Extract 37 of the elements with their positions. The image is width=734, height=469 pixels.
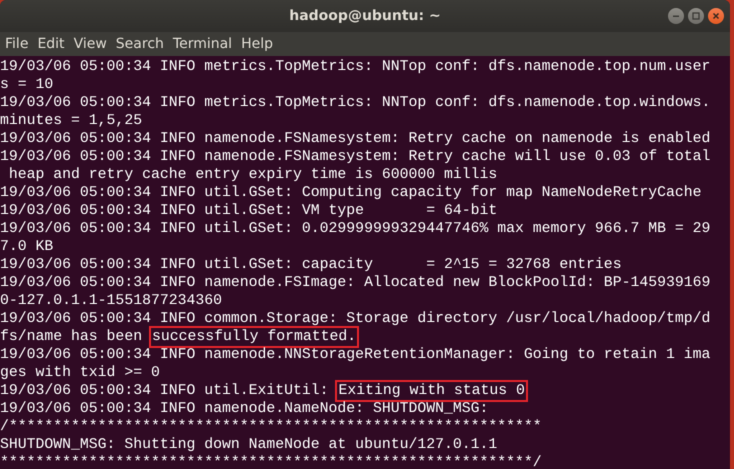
menu-item[interactable]: View xyxy=(70,36,113,52)
terminal-line: 19/03/06 05:00:34 INFO util.ExitUtil: xyxy=(0,382,330,400)
menu-item[interactable]: Search xyxy=(112,36,170,52)
terminal-line: 19/03/06 05:00:34 INFO util.GSet: capacity = 2^15 = 32768 entries xyxy=(0,256,622,274)
window-title: hadoop@ubuntu: ~ xyxy=(289,8,441,24)
terminal-line: 19/03/06 05:00:34 INFO namenode.FSNamesystem: Retry cache on namenode is enabled xyxy=(0,130,710,148)
terminal-line: 19/03/06 05:00:34 INFO namenode.NameNode: SHUTDOWN_MSG: xyxy=(0,400,488,418)
terminal-line: ************************************************************/ xyxy=(0,454,542,469)
terminal-line: 19/03/06 05:00:34 INFO util.GSet: VM type = 64-bit xyxy=(0,202,498,220)
menu-item[interactable]: Help xyxy=(238,36,279,52)
highlighted-text: successfully formatted. xyxy=(150,328,358,346)
terminal-line: s = 10 xyxy=(0,76,54,94)
menu-item[interactable]: File xyxy=(2,36,34,52)
menu-item[interactable]: Edit xyxy=(34,36,71,52)
terminal-line: heap and retry cache entry expiry time is 600000 millis xyxy=(8,166,498,184)
terminal-line: 19/03/06 05:00:34 INFO namenode.FSImage: Allocated new BlockPoolId: BP-145939169 xyxy=(0,274,710,292)
close-button[interactable] xyxy=(708,8,724,24)
maximize-icon xyxy=(692,12,700,20)
terminal-line: 19/03/06 05:00:34 INFO namenode.NNStorageRetentionManager: Going to retain 1 ima xyxy=(0,346,710,364)
terminal-line: 19/03/06 05:00:34 INFO namenode.FSNamesystem: Retry cache will use 0.03 of total xyxy=(0,148,710,166)
terminal-line: 0-127.0.1.1-1551877234360 xyxy=(0,292,222,310)
close-icon xyxy=(712,12,720,20)
terminal-line: SHUTDOWN_MSG: Shutting down NameNode at ubuntu/127.0.1.1 xyxy=(0,436,498,454)
terminal-line: 7.0 KB xyxy=(0,238,54,256)
terminal-line: 19/03/06 05:00:34 INFO common.Storage: Storage directory /usr/local/hadoop/tmp/d xyxy=(0,310,710,328)
terminal-line: minutes = 1,5,25 xyxy=(0,112,142,130)
terminal-line: /************************************************************ xyxy=(0,418,542,436)
terminal-line: 19/03/06 05:00:34 INFO metrics.TopMetrics: NNTop conf: dfs.namenode.top.windows. xyxy=(0,94,710,112)
highlighted-text: Exiting with status 0 xyxy=(337,382,526,400)
maximize-button[interactable] xyxy=(688,8,704,24)
terminal-line: 19/03/06 05:00:34 INFO metrics.TopMetrics: NNTop conf: dfs.namenode.top.num.user xyxy=(0,58,710,76)
terminal-line: ges with txid >= 0 xyxy=(0,364,160,382)
terminal-line: 19/03/06 05:00:34 INFO util.GSet: 0.029999999329447746% max memory 966.7 MB = 29 xyxy=(0,220,710,238)
terminal-line: fs/name has been xyxy=(0,328,144,346)
menu-item[interactable]: Terminal xyxy=(170,36,238,52)
terminal-line: 19/03/06 05:00:34 INFO util.GSet: Computing capacity for map NameNodeRetryCache xyxy=(0,184,702,202)
minimize-button[interactable] xyxy=(668,8,684,24)
